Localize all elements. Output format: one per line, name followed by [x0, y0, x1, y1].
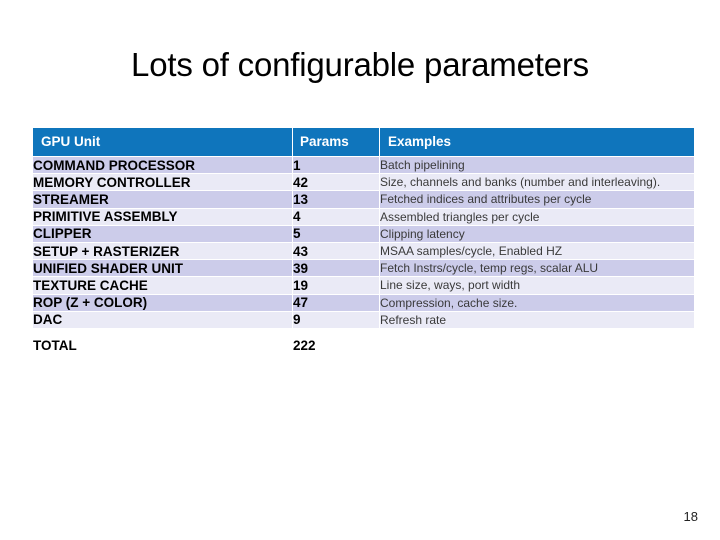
cell-params: 1 [293, 157, 379, 174]
table-row: COMMAND PROCESSOR 1 Batch pipelining [33, 157, 694, 174]
cell-examples: Compression, cache size. [380, 294, 694, 311]
cell-gpu-unit: TEXTURE CACHE [33, 277, 292, 294]
cell-params: 47 [293, 294, 379, 311]
cell-examples: Assembled triangles per cycle [380, 208, 694, 225]
cell-params: 13 [293, 191, 379, 208]
cell-params: 39 [293, 260, 379, 277]
cell-examples: Line size, ways, port width [380, 277, 694, 294]
cell-params: 19 [293, 277, 379, 294]
parameters-table-container: GPU Unit Params Examples COMMAND PROCESS… [32, 127, 695, 363]
cell-examples: Size, channels and banks (number and int… [380, 174, 694, 191]
slide-number: 18 [683, 509, 698, 524]
column-header-params: Params [293, 128, 379, 156]
cell-examples: Fetched indices and attributes per cycle [380, 191, 694, 208]
cell-params: 5 [293, 225, 379, 242]
cell-gpu-unit: COMMAND PROCESSOR [33, 157, 292, 174]
cell-examples: Fetch Instrs/cycle, temp regs, scalar AL… [380, 260, 694, 277]
cell-total-params: 222 [293, 328, 379, 362]
cell-examples: Clipping latency [380, 225, 694, 242]
table-row: ROP (Z + COLOR) 47 Compression, cache si… [33, 294, 694, 311]
page-title: Lots of configurable parameters [131, 46, 589, 83]
table-header-row: GPU Unit Params Examples [33, 128, 694, 156]
cell-examples: Batch pipelining [380, 157, 694, 174]
table-body: COMMAND PROCESSOR 1 Batch pipelining MEM… [33, 157, 694, 362]
cell-gpu-unit: UNIFIED SHADER UNIT [33, 260, 292, 277]
cell-gpu-unit: CLIPPER [33, 225, 292, 242]
table-row: MEMORY CONTROLLER 42 Size, channels and … [33, 174, 694, 191]
cell-params: 4 [293, 208, 379, 225]
table-row: CLIPPER 5 Clipping latency [33, 225, 694, 242]
table-row: PRIMITIVE ASSEMBLY 4 Assembled triangles… [33, 208, 694, 225]
table-header: GPU Unit Params Examples [33, 128, 694, 156]
cell-examples: MSAA samples/cycle, Enabled HZ [380, 242, 694, 260]
table-row-total: TOTAL 222 [33, 328, 694, 362]
cell-gpu-unit: DAC [33, 311, 292, 328]
cell-params: 42 [293, 174, 379, 191]
cell-gpu-unit: SETUP + RASTERIZER [33, 242, 292, 260]
cell-params: 43 [293, 242, 379, 260]
table-row: UNIFIED SHADER UNIT 39 Fetch Instrs/cycl… [33, 260, 694, 277]
cell-gpu-unit: PRIMITIVE ASSEMBLY [33, 208, 292, 225]
cell-gpu-unit: STREAMER [33, 191, 292, 208]
column-header-gpu-unit: GPU Unit [33, 128, 292, 156]
cell-gpu-unit: MEMORY CONTROLLER [33, 174, 292, 191]
cell-gpu-unit: ROP (Z + COLOR) [33, 294, 292, 311]
cell-total-label: TOTAL [33, 328, 292, 362]
column-header-examples: Examples [380, 128, 694, 156]
table-row: DAC 9 Refresh rate [33, 311, 694, 328]
table-row: TEXTURE CACHE 19 Line size, ways, port w… [33, 277, 694, 294]
cell-params: 9 [293, 311, 379, 328]
table-row: STREAMER 13 Fetched indices and attribut… [33, 191, 694, 208]
parameters-table: GPU Unit Params Examples COMMAND PROCESS… [32, 127, 695, 363]
cell-examples: Refresh rate [380, 311, 694, 328]
cell-total-examples [380, 328, 694, 362]
table-row: SETUP + RASTERIZER 43 MSAA samples/cycle… [33, 242, 694, 260]
